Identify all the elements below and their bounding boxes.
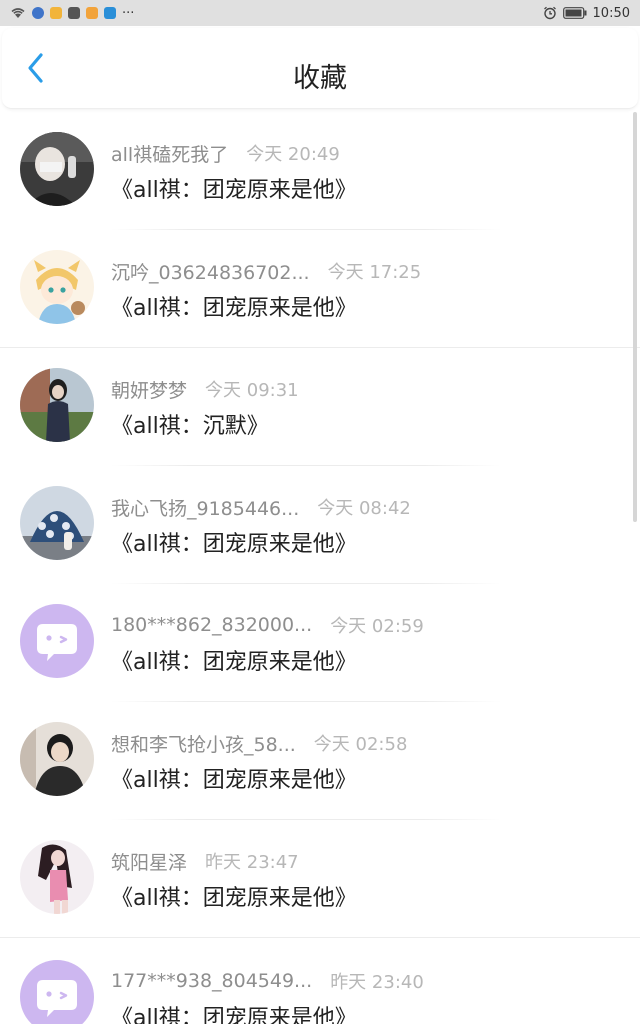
username[interactable]: 177***938_804549... [111, 970, 312, 992]
chat-bubble-face-icon [37, 980, 77, 1017]
username[interactable]: 180***862_832000... [111, 614, 312, 636]
list-item[interactable]: 177***938_804549... 昨天 23:40 《all祺：团宠原来是… [0, 940, 640, 1024]
list-item[interactable]: 沉吟_03624836702... 今天 17:25 《all祺：团宠原来是他》 [0, 230, 640, 348]
wifi-icon [11, 8, 25, 18]
avatar[interactable] [20, 486, 94, 560]
alarm-icon [543, 6, 556, 20]
more-notifications: ··· [122, 5, 135, 21]
list-item[interactable]: 朝妍梦梦 今天 09:31 《all祺：沉默》 [0, 348, 640, 466]
username[interactable]: 朝妍梦梦 [111, 376, 187, 403]
item-meta: 想和李飞抢小孩_58... 今天 02:58 [111, 730, 407, 756]
item-meta: 180***862_832000... 今天 02:59 [111, 612, 424, 638]
list-item[interactable]: all祺磕死我了 今天 20:49 《all祺：团宠原来是他》 [0, 112, 640, 230]
favorite-title[interactable]: 《all祺：团宠原来是他》 [111, 1000, 357, 1024]
user-photo [20, 722, 94, 796]
user-photo [20, 368, 94, 442]
list-item[interactable]: 我心飞扬_9185446... 今天 08:42 《all祺：团宠原来是他》 [0, 466, 640, 584]
favorite-title[interactable]: 《all祺：团宠原来是他》 [111, 526, 357, 558]
status-icons-left: ··· [10, 6, 134, 21]
chat-bubble-face-icon [37, 624, 77, 661]
user-photo [20, 132, 94, 206]
timestamp: 今天 20:49 [246, 144, 340, 165]
status-icons-right: 10:50 [543, 6, 630, 21]
avatar[interactable] [20, 368, 94, 442]
item-meta: 177***938_804549... 昨天 23:40 [111, 968, 424, 994]
status-bar: ··· 10:50 [0, 0, 640, 26]
favorites-list: all祺磕死我了 今天 20:49 《all祺：团宠原来是他》 沉吟_03624… [0, 112, 640, 1024]
username[interactable]: all祺磕死我了 [111, 140, 228, 167]
item-meta: 筑阳星泽 昨天 23:47 [111, 848, 299, 874]
top-bar: 收藏 [2, 28, 638, 109]
list-item[interactable]: 筑阳星泽 昨天 23:47 《all祺：团宠原来是他》 [0, 820, 640, 938]
page-title: 收藏 [293, 63, 347, 94]
username[interactable]: 我心飞扬_9185446... [111, 494, 299, 521]
notes-icon [50, 7, 62, 19]
battery-icon [562, 7, 587, 19]
favorite-title[interactable]: 《all祺：团宠原来是他》 [111, 290, 357, 322]
avatar[interactable] [20, 132, 94, 206]
timestamp: 今天 09:31 [205, 380, 299, 401]
username[interactable]: 想和李飞抢小孩_58... [111, 730, 296, 757]
list-item[interactable]: 180***862_832000... 今天 02:59 《all祺：团宠原来是… [0, 584, 640, 702]
item-meta: 朝妍梦梦 今天 09:31 [111, 376, 299, 402]
avatar[interactable] [20, 840, 94, 914]
avatar[interactable] [20, 960, 94, 1024]
avatar[interactable] [20, 250, 94, 324]
timestamp: 今天 02:59 [330, 616, 424, 637]
item-meta: all祺磕死我了 今天 20:49 [111, 140, 340, 166]
list-item[interactable]: 想和李飞抢小孩_58... 今天 02:58 《all祺：团宠原来是他》 [0, 702, 640, 820]
favorite-title[interactable]: 《all祺：团宠原来是他》 [111, 644, 357, 676]
favorite-title[interactable]: 《all祺：团宠原来是他》 [111, 762, 357, 794]
scrollbar[interactable] [633, 112, 637, 522]
item-meta: 沉吟_03624836702... 今天 17:25 [111, 258, 421, 284]
browser-icon [32, 7, 44, 19]
mail-icon [68, 7, 80, 19]
user-illustration [20, 250, 94, 324]
clock: 10:50 [592, 5, 630, 21]
app-icon [104, 7, 116, 19]
timestamp: 今天 08:42 [317, 498, 411, 519]
user-photo [20, 840, 94, 914]
timestamp: 昨天 23:40 [330, 972, 424, 993]
avatar[interactable] [20, 604, 94, 678]
favorite-title[interactable]: 《all祺：团宠原来是他》 [111, 880, 357, 912]
divider [0, 937, 640, 938]
shield-icon [86, 7, 98, 19]
timestamp: 今天 17:25 [327, 262, 422, 283]
item-meta: 我心飞扬_9185446... 今天 08:42 [111, 494, 411, 520]
user-photo [20, 486, 94, 560]
timestamp: 今天 02:58 [313, 734, 408, 755]
username[interactable]: 沉吟_03624836702... [111, 258, 310, 285]
avatar[interactable] [20, 722, 94, 796]
favorite-title[interactable]: 《all祺：沉默》 [111, 408, 269, 440]
username[interactable]: 筑阳星泽 [111, 848, 187, 875]
favorite-title[interactable]: 《all祺：团宠原来是他》 [111, 172, 357, 204]
timestamp: 昨天 23:47 [205, 852, 299, 873]
